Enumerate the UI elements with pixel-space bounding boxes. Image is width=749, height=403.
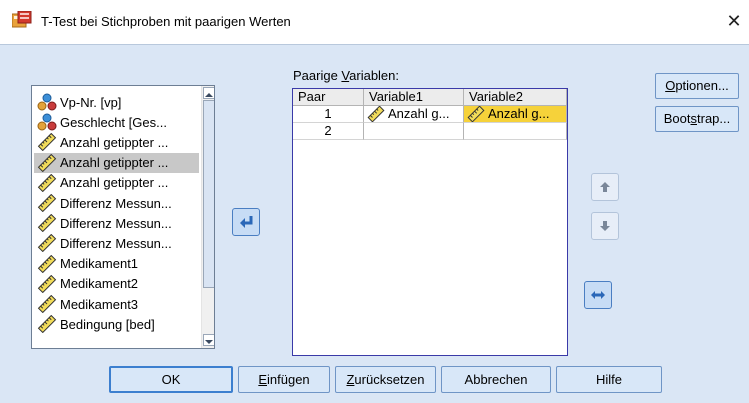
ruler-icon bbox=[37, 254, 57, 273]
ruler-icon bbox=[37, 294, 57, 314]
ruler-icon bbox=[37, 153, 57, 172]
paste-button[interactable]: Einfügen bbox=[238, 366, 330, 393]
pair-1-variable2-cell[interactable]: Anzahl g... bbox=[464, 106, 567, 123]
source-list-item-label: Geschlecht [Ges... bbox=[60, 114, 167, 130]
source-list-item[interactable]: Anzahl getippter ... bbox=[34, 152, 199, 173]
arrow-down-icon bbox=[600, 221, 610, 231]
column-header-paar[interactable]: Paar bbox=[293, 89, 364, 106]
column-header-variable1[interactable]: Variable1 bbox=[364, 89, 464, 106]
scroll-up-arrow[interactable] bbox=[203, 87, 214, 99]
ruler-icon bbox=[37, 274, 57, 293]
source-list-item[interactable]: Anzahl getippter ... bbox=[34, 132, 199, 152]
nominal-icon bbox=[37, 93, 57, 111]
source-list-item-label: Differenz Messun... bbox=[60, 235, 172, 251]
paired-variables-label: Paarige Variablen: bbox=[293, 68, 400, 83]
pair-2-variable2-cell[interactable] bbox=[464, 123, 567, 140]
source-list-item-label: Medikament3 bbox=[60, 296, 139, 312]
swap-arrows-icon bbox=[591, 291, 605, 299]
dialog-window: T-Test bei Stichproben mit paarigen Wert… bbox=[0, 0, 749, 403]
source-list-item[interactable]: Medikament1 bbox=[34, 254, 199, 274]
ruler-icon bbox=[367, 106, 385, 122]
title-bar: T-Test bei Stichproben mit paarigen Wert… bbox=[0, 0, 749, 44]
bootstrap-button[interactable]: Bootstrap... bbox=[655, 106, 739, 132]
source-list-item-label: Vp-Nr. [vp] bbox=[60, 94, 122, 110]
source-list-item-label: Differenz Messun... bbox=[60, 215, 172, 231]
list-scrollbar[interactable] bbox=[201, 86, 214, 348]
source-list-item[interactable]: Differenz Messun... bbox=[34, 193, 199, 213]
ruler-icon bbox=[467, 106, 485, 122]
pair-1-variable1-cell[interactable]: Anzahl g... bbox=[364, 106, 464, 123]
close-button[interactable]: ✕ bbox=[720, 6, 748, 36]
paired-variables-table[interactable]: Paar Variable1 Variable2 1 Anzahl g... A… bbox=[292, 88, 568, 356]
ruler-icon bbox=[37, 193, 57, 213]
source-list-item[interactable]: Medikament2 bbox=[34, 274, 199, 294]
move-up-button[interactable] bbox=[591, 173, 619, 201]
move-to-pairs-button[interactable] bbox=[232, 208, 260, 236]
source-list-item-label: Anzahl getippter ... bbox=[60, 175, 169, 191]
source-list-item[interactable]: Differenz Messun... bbox=[34, 213, 199, 233]
pair-2-variable1-cell[interactable] bbox=[364, 123, 464, 140]
source-list-item-label: Bedingung [bed] bbox=[60, 316, 155, 332]
source-list-item-label: Anzahl getippter ... bbox=[60, 134, 169, 150]
source-list-item-label: Medikament2 bbox=[60, 276, 139, 292]
source-list-item[interactable]: Geschlecht [Ges... bbox=[34, 112, 199, 132]
source-list-item-label: Anzahl getippter ... bbox=[60, 155, 169, 171]
cancel-button[interactable]: Abbrechen bbox=[441, 366, 551, 393]
pair-1-number[interactable]: 1 bbox=[293, 106, 364, 123]
arrow-up-icon bbox=[600, 182, 610, 192]
source-variable-list[interactable]: Bedingung [bed] Medikament3 Medikament2 Med… bbox=[31, 85, 215, 349]
source-list-item[interactable]: Medikament3 bbox=[34, 294, 199, 314]
window-title: T-Test bei Stichproben mit paarigen Wert… bbox=[41, 14, 291, 29]
source-list-item[interactable]: Bedingung [bed] bbox=[34, 314, 199, 334]
curved-arrow-icon bbox=[240, 216, 253, 228]
source-list-item[interactable]: Vp-Nr. [vp] bbox=[34, 92, 199, 112]
source-list-item-label: Medikament1 bbox=[60, 256, 139, 272]
nominal-icon bbox=[37, 113, 57, 131]
source-list-item-label: Differenz Messun... bbox=[60, 195, 172, 211]
pair-2-number[interactable]: 2 bbox=[293, 123, 364, 140]
ruler-icon bbox=[37, 133, 57, 152]
source-list-item[interactable]: Differenz Messun... bbox=[34, 233, 199, 253]
reset-button[interactable]: Zurücksetzen bbox=[335, 366, 436, 393]
ruler-icon bbox=[37, 213, 57, 233]
options-button[interactable]: Optionen... bbox=[655, 73, 739, 99]
ruler-icon bbox=[37, 234, 57, 253]
column-header-variable2[interactable]: Variable2 bbox=[464, 89, 567, 106]
help-button[interactable]: Hilfe bbox=[556, 366, 662, 393]
source-list-item[interactable]: Anzahl getippter ... bbox=[34, 173, 199, 193]
ok-button[interactable]: OK bbox=[109, 366, 233, 393]
ruler-icon bbox=[37, 173, 57, 192]
ruler-icon bbox=[37, 314, 57, 334]
move-down-button[interactable] bbox=[591, 212, 619, 240]
spss-app-icon bbox=[12, 11, 32, 28]
swap-variables-button[interactable] bbox=[584, 281, 612, 309]
scroll-down-arrow[interactable] bbox=[203, 334, 214, 346]
scroll-thumb[interactable] bbox=[203, 100, 214, 288]
